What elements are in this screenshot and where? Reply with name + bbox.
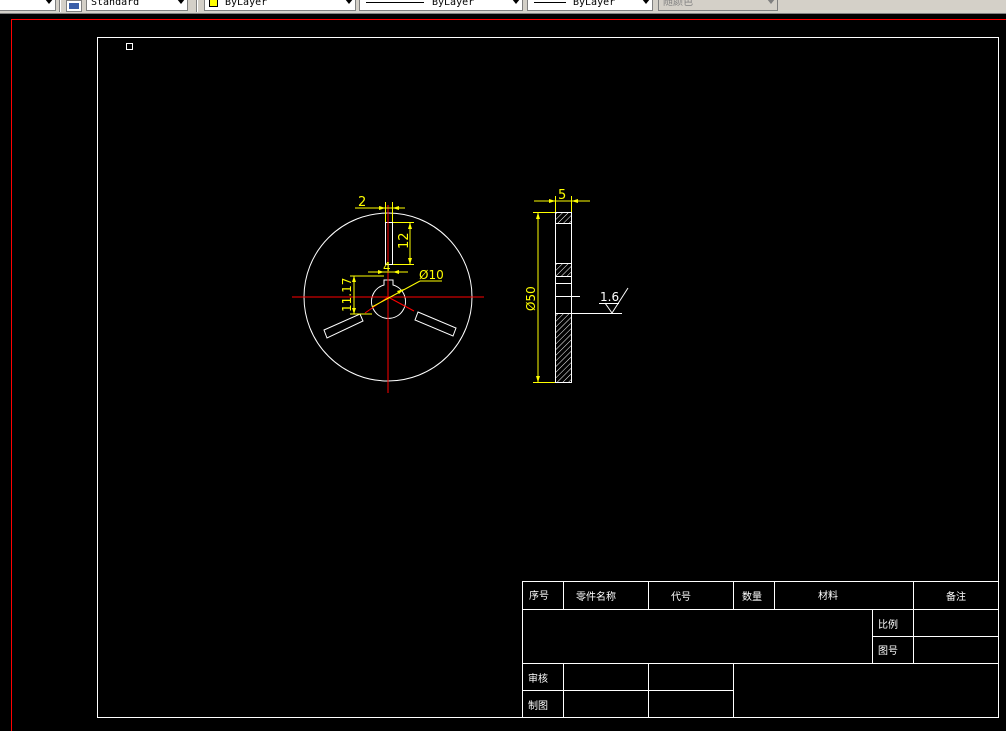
text-style-value: Standard — [91, 0, 140, 8]
left-slot — [323, 313, 364, 339]
surface-roughness-symbol: 1.6 — [571, 287, 629, 314]
color-swatch — [209, 0, 218, 7]
header-quantity: 数量 — [742, 590, 762, 603]
hatch-top — [556, 213, 571, 223]
dim-thickness: 5 — [534, 188, 590, 212]
dropdown-arrow-icon — [767, 0, 775, 4]
lineweight-control-combo[interactable]: ByLayer — [527, 0, 653, 11]
dropdown-arrow-icon — [177, 0, 185, 4]
top-slot — [385, 222, 393, 265]
right-slot — [414, 311, 457, 337]
linetype-sample — [366, 2, 424, 3]
dim-keyway-depth: 11.17 — [340, 275, 384, 315]
lineweight-value: ByLayer — [573, 0, 616, 8]
properties-toolbar: Standard ByLayer ByLayer ByLayer 随颜色 — [0, 0, 1006, 14]
header-remarks: 备注 — [946, 590, 966, 603]
dim-slot-width: 2 — [355, 195, 405, 222]
checker-label: 审核 — [528, 672, 548, 685]
surface-roughness-text: 1.6 — [600, 290, 619, 304]
dim-key-width-text: 4 — [383, 260, 391, 274]
plot-style-combo[interactable]: 随颜色 — [658, 0, 778, 11]
dim-keyway-depth-text: 11.17 — [340, 278, 354, 312]
hatch-mid — [556, 264, 571, 276]
toolbar-separator — [196, 0, 198, 12]
dim-outer-diameter: Ø50 — [524, 212, 555, 383]
left-combo[interactable] — [0, 0, 56, 11]
linetype-value: ByLayer — [432, 0, 475, 8]
dim-slot-length-text: 12 — [397, 232, 412, 249]
ucs-icon — [126, 43, 133, 50]
color-control-combo[interactable]: ByLayer — [204, 0, 356, 11]
header-part-name: 零件名称 — [576, 590, 616, 603]
plot-style-value: 随颜色 — [663, 0, 693, 8]
drawing-canvas[interactable]: 2 12 4 Ø10 11.17 5 Ø50 1.6 序号 零件名称 代号 数量… — [0, 14, 1006, 731]
dim-thickness-text: 5 — [558, 188, 566, 203]
header-code: 代号 — [671, 591, 691, 603]
drafter-label: 制图 — [528, 699, 548, 712]
side-view: 5 Ø50 1.6 — [524, 188, 629, 383]
linetype-control-combo[interactable]: ByLayer — [359, 0, 523, 11]
dim-outer-diameter-text: Ø50 — [524, 286, 538, 311]
dropdown-arrow-icon — [512, 0, 520, 4]
text-style-icon[interactable] — [66, 0, 82, 12]
header-material: 材料 — [818, 589, 838, 602]
slot-centerline-right — [387, 296, 415, 312]
title-block-text: 序号 零件名称 代号 数量 材料 备注 比例 图号 审核 制图 — [528, 589, 966, 712]
color-value: ByLayer — [225, 0, 268, 8]
lineweight-sample — [534, 2, 566, 3]
dropdown-arrow-icon — [45, 0, 53, 4]
drawing-no-label: 图号 — [878, 645, 898, 657]
toolbar-separator — [59, 0, 61, 12]
drawing-frame — [97, 37, 999, 718]
text-style-combo[interactable]: Standard — [86, 0, 188, 11]
hatch-bottom — [556, 314, 571, 382]
dim-slot-length: 12 — [393, 222, 414, 265]
dropdown-arrow-icon — [642, 0, 650, 4]
dim-bore-diameter-text: Ø10 — [419, 268, 444, 282]
dim-key-width: 4 — [368, 260, 408, 274]
dim-slot-width-text: 2 — [358, 195, 366, 210]
viewport-border — [11, 19, 1006, 731]
header-serial-no: 序号 — [529, 589, 549, 602]
front-view: 2 12 4 Ø10 11.17 — [292, 195, 484, 393]
dropdown-arrow-icon — [345, 0, 353, 4]
scale-label: 比例 — [878, 618, 898, 631]
